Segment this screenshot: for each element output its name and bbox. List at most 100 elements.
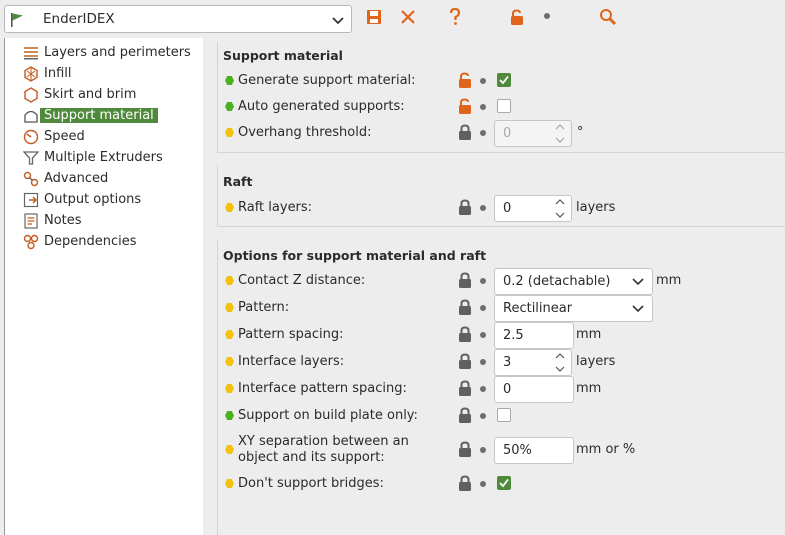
raft-layers-spinner[interactable]: 0: [494, 195, 572, 222]
pattern-value: Rectilinear: [503, 301, 573, 316]
sidebar-item-dependencies[interactable]: Dependencies: [23, 232, 140, 251]
unit-layers: layers: [576, 200, 616, 215]
output-icon: [23, 192, 39, 208]
sidebar-item-label: Multiple Extruders: [44, 150, 163, 165]
row-build-plate-only: Support on build plate only:: [217, 403, 785, 429]
interface-layers-spinner[interactable]: 3: [494, 349, 572, 376]
dot-icon[interactable]: [480, 278, 486, 284]
dot-icon[interactable]: [480, 359, 486, 365]
sidebar-item-multiple-extruders[interactable]: Multiple Extruders: [23, 148, 166, 167]
sidebar-item-infill[interactable]: Infill: [23, 64, 75, 83]
dont-support-bridges-checkbox[interactable]: [497, 476, 511, 490]
unit-mm-or-percent: mm or %: [576, 442, 636, 457]
search-icon[interactable]: [598, 7, 618, 27]
spin-arrows-icon[interactable]: [555, 352, 565, 373]
dot-icon[interactable]: [480, 305, 486, 311]
unlock-icon[interactable]: [458, 98, 472, 115]
generate-support-checkbox[interactable]: [497, 73, 511, 87]
support-icon: [23, 108, 39, 124]
preset-name: EnderIDEX: [43, 11, 115, 27]
mode-bullet-icon: [225, 303, 234, 312]
settings-panel: Support material Generate support materi…: [203, 38, 785, 535]
notes-icon: [23, 212, 39, 229]
field-label: Pattern spacing:: [238, 327, 344, 342]
dot-icon[interactable]: [480, 78, 486, 84]
overhang-threshold-spinner[interactable]: 0: [494, 120, 572, 147]
dot-icon[interactable]: [480, 332, 486, 338]
field-label: Raft layers:: [238, 200, 313, 215]
group-title-options: Options for support material and raft: [223, 248, 487, 263]
preset-select[interactable]: EnderIDEX: [4, 5, 352, 33]
sidebar-item-label: Advanced: [44, 171, 109, 186]
sidebar-item-label: Skirt and brim: [44, 87, 137, 102]
dot-icon: [544, 13, 550, 19]
delete-icon[interactable]: [398, 7, 418, 27]
dot-icon[interactable]: [480, 413, 486, 419]
lock-icon[interactable]: [458, 441, 472, 458]
lock-icon[interactable]: [458, 299, 472, 316]
row-auto-supports: Auto generated supports:: [217, 94, 785, 120]
dot-icon[interactable]: [480, 481, 486, 487]
mode-bullet-icon: [225, 411, 234, 420]
lock-icon[interactable]: [458, 199, 472, 216]
dot-icon[interactable]: [480, 447, 486, 453]
sidebar-item-output-options[interactable]: Output options: [23, 190, 144, 209]
field-label: Contact Z distance:: [238, 273, 366, 288]
row-raft-layers: Raft layers: 0 layers: [217, 195, 785, 222]
help-icon[interactable]: [445, 7, 465, 27]
row-generate-support: Generate support material:: [217, 68, 785, 94]
row-pattern-spacing: Pattern spacing: 2.5 mm: [217, 322, 785, 349]
dot-icon[interactable]: [480, 205, 486, 211]
layers-icon: [23, 45, 39, 61]
mode-bullet-icon: [225, 445, 234, 454]
raft-layers-value: 0: [503, 201, 512, 216]
auto-supports-checkbox[interactable]: [497, 99, 511, 113]
lock-icon[interactable]: [458, 380, 472, 397]
wrench-icon: [23, 171, 39, 187]
sidebar-item-speed[interactable]: Speed: [23, 127, 88, 146]
mode-bullet-icon: [225, 203, 234, 212]
lock-icon[interactable]: [458, 407, 472, 424]
flag-icon: [10, 12, 24, 28]
field-label: Auto generated supports:: [238, 99, 405, 114]
dot-icon[interactable]: [480, 130, 486, 136]
row-interface-spacing: Interface pattern spacing: 0 mm: [217, 376, 785, 403]
lock-icon[interactable]: [458, 326, 472, 343]
unlock-icon[interactable]: [507, 7, 527, 27]
pattern-spacing-input[interactable]: 2.5: [494, 322, 574, 349]
sidebar-item-support[interactable]: Support material: [23, 106, 158, 125]
spin-arrows-icon[interactable]: [555, 198, 565, 219]
sidebar-item-layers[interactable]: Layers and perimeters: [23, 43, 194, 62]
lock-icon[interactable]: [458, 272, 472, 289]
lock-icon[interactable]: [458, 475, 472, 492]
sidebar-item-label: Speed: [44, 129, 85, 144]
contact-z-select[interactable]: 0.2 (detachable): [494, 268, 653, 295]
mode-bullet-icon: [225, 102, 234, 111]
interface-layers-value: 3: [503, 355, 512, 370]
sidebar-item-notes[interactable]: Notes: [23, 211, 85, 230]
field-label: Generate support material:: [238, 73, 416, 88]
pattern-select[interactable]: Rectilinear: [494, 295, 653, 322]
chevron-down-icon[interactable]: [632, 275, 644, 287]
dot-icon[interactable]: [480, 386, 486, 392]
field-label: Pattern:: [238, 300, 290, 315]
field-label: Overhang threshold:: [238, 125, 372, 140]
mode-bullet-icon: [225, 76, 234, 85]
interface-spacing-input[interactable]: 0: [494, 376, 574, 403]
sidebar-item-advanced[interactable]: Advanced: [23, 169, 111, 188]
spin-arrows-icon[interactable]: [555, 123, 565, 144]
row-pattern: Pattern: Rectilinear: [217, 295, 785, 322]
mode-bullet-icon: [225, 276, 234, 285]
unlock-icon[interactable]: [458, 72, 472, 89]
dot-icon[interactable]: [480, 104, 486, 110]
lock-icon[interactable]: [458, 124, 472, 141]
sidebar-item-skirt-brim[interactable]: Skirt and brim: [23, 85, 139, 104]
sidebar-item-label: Output options: [44, 192, 142, 207]
sidebar-item-label: Support material: [40, 108, 158, 123]
build-plate-only-checkbox[interactable]: [497, 408, 511, 422]
chevron-down-icon[interactable]: [632, 302, 644, 314]
lock-icon[interactable]: [458, 353, 472, 370]
save-icon[interactable]: [364, 7, 384, 27]
xy-separation-input[interactable]: 50%: [494, 437, 574, 464]
group-title-raft: Raft: [223, 174, 253, 189]
